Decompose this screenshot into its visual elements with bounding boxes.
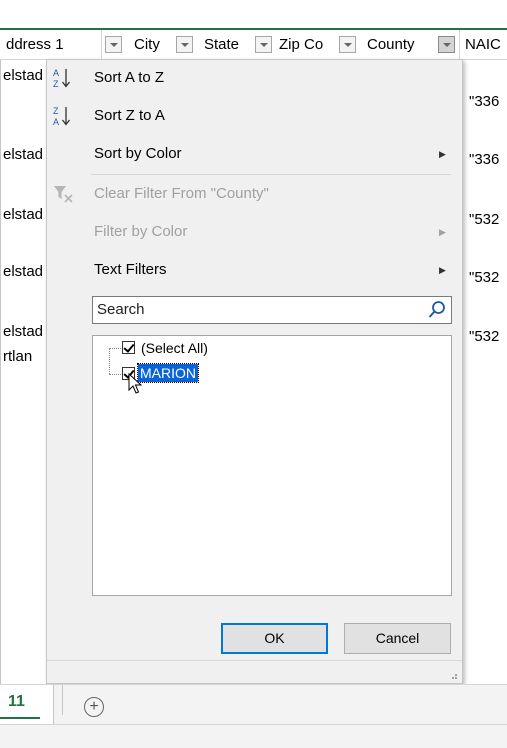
cell-address[interactable]: elstad bbox=[3, 322, 43, 342]
tab-divider bbox=[62, 685, 63, 715]
column-header-row: ddress 1 City State Zip Co County NAIC bbox=[0, 30, 507, 60]
clear-filter-icon bbox=[54, 186, 73, 203]
sort-by-color-item[interactable]: Sort by Color ▶ bbox=[47, 138, 462, 170]
cell-naic[interactable]: "532 bbox=[469, 268, 507, 288]
column-divider bbox=[101, 30, 102, 59]
cell-naic[interactable]: "532 bbox=[469, 210, 507, 230]
active-tab-indicator bbox=[0, 717, 40, 719]
filter-dropdown-state-button[interactable] bbox=[255, 36, 272, 53]
select-all-checkbox[interactable] bbox=[122, 341, 135, 354]
svg-text:A: A bbox=[53, 68, 59, 78]
header-county[interactable]: County bbox=[367, 30, 429, 59]
submenu-arrow-icon: ▶ bbox=[439, 149, 446, 159]
cell-naic[interactable]: "532 bbox=[469, 327, 507, 347]
submenu-arrow-icon: ▶ bbox=[439, 265, 446, 275]
cell-address[interactable]: rtlan bbox=[3, 347, 43, 367]
tree-connector bbox=[109, 374, 121, 375]
header-naic[interactable]: NAIC bbox=[465, 30, 507, 59]
add-sheet-icon[interactable]: + bbox=[84, 697, 104, 717]
ok-button[interactable]: OK bbox=[221, 623, 328, 654]
sort-descending-icon: Z A bbox=[53, 106, 71, 127]
filter-by-color-item[interactable]: Filter by Color ▶ bbox=[47, 216, 462, 248]
sort-a-to-z-item[interactable]: A Z Sort A to Z bbox=[47, 62, 462, 94]
resize-divider bbox=[47, 660, 462, 661]
header-address[interactable]: ddress 1 bbox=[6, 30, 96, 59]
search-icon bbox=[428, 301, 445, 318]
cell-address[interactable]: elstad bbox=[3, 205, 43, 225]
svg-text:Z: Z bbox=[53, 79, 59, 89]
filter-dropdown-zip-button[interactable] bbox=[339, 36, 356, 53]
text-filters-item[interactable]: Text Filters ▶ bbox=[47, 254, 462, 286]
resize-grip-icon[interactable] bbox=[448, 670, 458, 680]
column-divider bbox=[459, 30, 460, 59]
cell-address[interactable]: elstad bbox=[3, 145, 43, 165]
cell-address[interactable]: elstad bbox=[3, 262, 43, 282]
sheet-tab-active[interactable]: 11 bbox=[0, 685, 54, 725]
menu-divider bbox=[91, 174, 451, 175]
header-zip[interactable]: Zip Co bbox=[279, 30, 335, 59]
autofilter-dropdown: A Z Sort A to Z Z A Sort Z to A Sort by … bbox=[46, 59, 463, 684]
status-bar bbox=[0, 724, 507, 748]
sheet-tab-bar: 11 + bbox=[0, 684, 507, 725]
header-state[interactable]: State bbox=[204, 30, 254, 59]
sort-z-to-a-item[interactable]: Z A Sort Z to A bbox=[47, 100, 462, 132]
header-city[interactable]: City bbox=[134, 30, 174, 59]
formula-area bbox=[0, 0, 507, 28]
mouse-cursor-icon bbox=[128, 373, 142, 394]
svg-text:A: A bbox=[53, 117, 59, 127]
tree-connector bbox=[109, 348, 110, 374]
cancel-button[interactable]: Cancel bbox=[344, 623, 451, 654]
cell-naic[interactable]: "336 bbox=[469, 92, 507, 112]
filter-dropdown-county-button[interactable] bbox=[438, 36, 455, 53]
filter-dropdown-address-button[interactable] bbox=[105, 36, 122, 53]
filter-dropdown-city-button[interactable] bbox=[176, 36, 193, 53]
cell-naic[interactable]: "336 bbox=[469, 150, 507, 170]
search-input[interactable]: Search bbox=[92, 296, 452, 324]
left-border bbox=[0, 0, 1, 747]
svg-text:Z: Z bbox=[53, 106, 59, 116]
submenu-arrow-icon: ▶ bbox=[439, 227, 446, 237]
sort-ascending-icon: A Z bbox=[53, 68, 71, 89]
clear-filter-item[interactable]: Clear Filter From "County" bbox=[47, 178, 462, 210]
cell-address[interactable]: elstad bbox=[3, 66, 43, 86]
filter-values-list[interactable]: (Select All) MARION bbox=[92, 335, 452, 596]
tree-connector bbox=[109, 348, 121, 349]
